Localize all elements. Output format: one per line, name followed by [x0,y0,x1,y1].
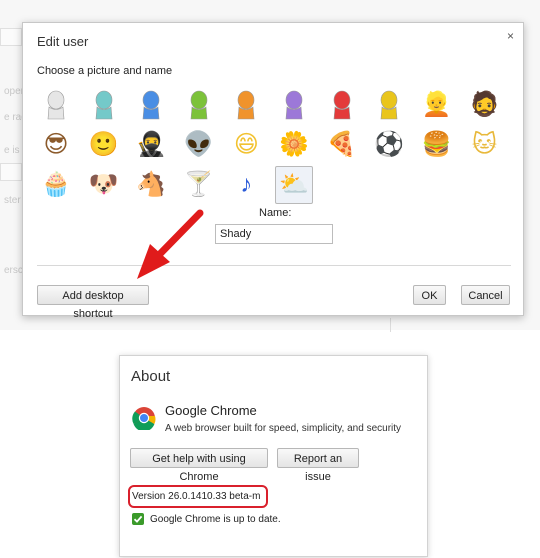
update-status: Google Chrome is up to date. [150,514,281,525]
avatar-puppy[interactable]: 🐶 [85,166,123,204]
avatar-blonde-woman[interactable]: 👱 [418,86,456,124]
get-help-button[interactable]: Get help with using Chrome [130,448,268,483]
avatar-ninja[interactable]: 🥷 [132,126,170,164]
close-icon[interactable]: × [507,29,514,43]
chrome-logo-icon [132,407,156,430]
ok-button[interactable]: OK [413,285,446,305]
avatar-generic-person-white[interactable] [37,86,75,124]
avatar-horse[interactable]: 🐴 [132,166,170,204]
avatar-cocktail[interactable]: 🍸 [180,166,218,204]
avatar-sun-cloud[interactable]: ⛅ [275,166,313,204]
dialog-divider [37,265,511,266]
avatar-generic-person-orange[interactable] [227,86,265,124]
add-desktop-shortcut-button[interactable]: Add desktop shortcut [37,285,149,320]
background-text: ersc [4,265,23,276]
product-tagline: A web browser built for speed, simplicit… [165,423,402,434]
avatar-flower[interactable]: 🌼 [275,126,313,164]
avatar-alien[interactable]: 👽 [180,126,218,164]
avatar-cupcake[interactable]: 🧁 [37,166,75,204]
name-label: Name: [259,207,292,219]
avatar-pizza[interactable]: 🍕 [323,126,361,164]
avatar-generic-person-purple[interactable] [275,86,313,124]
background-field [0,163,22,181]
avatar-generic-person-blue[interactable] [132,86,170,124]
avatar-generic-person-green[interactable] [180,86,218,124]
background-text: oper [4,86,25,97]
avatar-generic-person-teal[interactable] [85,86,123,124]
about-title: About [131,368,171,385]
avatar-music-note[interactable]: ♪ [227,166,265,204]
about-panel: About Google Chrome A web browser built … [119,355,428,557]
avatar-generic-person-yellow[interactable] [370,86,408,124]
avatar-man-dark[interactable]: 🙂 [85,126,123,164]
edit-user-dialog: Edit user × Choose a picture and name 👱 🧔… [22,22,524,320]
avatar-ninja-man[interactable]: 🧔 [465,86,503,124]
avatar-cat[interactable]: 🐱 [465,126,503,164]
background-text: ster [4,195,21,206]
avatar-woman-sunglasses[interactable]: 😎 [37,126,75,164]
product-name: Google Chrome [165,403,257,418]
dialog-subtitle: Choose a picture and name [37,65,173,77]
cancel-button[interactable]: Cancel [461,285,510,305]
version-text: Version 26.0.1410.33 beta-m [132,491,261,502]
avatar-hamburger[interactable]: 🍔 [418,126,456,164]
avatar-generic-person-red[interactable] [323,86,361,124]
avatar-smiley[interactable]: 😄 [227,126,265,164]
name-input[interactable] [215,224,333,244]
checkmark-icon [132,513,144,525]
dialog-title: Edit user [37,34,89,49]
background-field [0,28,22,46]
background-divider [390,318,391,332]
report-issue-button[interactable]: Report an issue [277,448,359,483]
avatar-soccer-ball[interactable]: ⚽ [370,126,408,164]
